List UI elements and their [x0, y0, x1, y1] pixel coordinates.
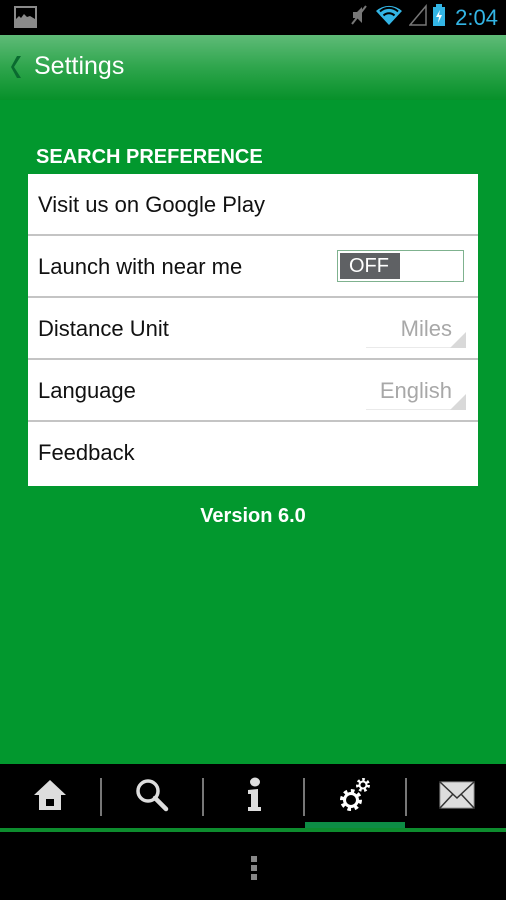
- bottom-nav: [0, 762, 506, 832]
- status-bar: 2:04: [0, 0, 506, 35]
- system-nav-bar: [0, 832, 506, 900]
- section-header: SEARCH PREFERENCE: [36, 146, 263, 168]
- toggle-state: OFF: [340, 253, 400, 279]
- info-icon: [244, 777, 264, 818]
- row-label: Distance Unit: [38, 316, 169, 341]
- dropdown-corner-icon: [450, 332, 466, 348]
- distance-unit-dropdown[interactable]: Miles: [366, 308, 466, 348]
- settings-content: SEARCH PREFERENCE Visit us on Google Pla…: [0, 100, 506, 762]
- page-title[interactable]: Settings: [34, 52, 124, 81]
- action-bar: Settings: [0, 35, 506, 100]
- chevron-left-icon[interactable]: [10, 55, 24, 84]
- gallery-notification-icon: [14, 6, 37, 28]
- launch-near-me-toggle[interactable]: OFF: [337, 250, 464, 282]
- language-dropdown[interactable]: English: [366, 370, 466, 410]
- nav-contact[interactable]: [407, 764, 506, 830]
- dropdown-value: English: [379, 378, 452, 403]
- wifi-icon: [375, 4, 403, 31]
- language-row: Language English: [28, 360, 478, 422]
- settings-list: Visit us on Google Play Launch with near…: [28, 174, 478, 486]
- row-label: Language: [38, 378, 136, 403]
- version-label: Version 6.0: [200, 505, 306, 527]
- gears-icon: [338, 777, 372, 818]
- envelope-icon: [439, 780, 475, 814]
- nav-home[interactable]: [0, 764, 100, 830]
- signal-icon: [408, 3, 427, 31]
- nav-search[interactable]: [102, 764, 202, 830]
- launch-near-me-row: Launch with near me OFF: [28, 236, 478, 298]
- nav-settings[interactable]: [305, 764, 405, 830]
- dropdown-value: Miles: [400, 316, 452, 341]
- row-label: Feedback: [38, 440, 135, 465]
- nav-info[interactable]: [204, 764, 304, 830]
- feedback-row[interactable]: Feedback: [28, 422, 478, 484]
- mute-icon: [349, 4, 369, 31]
- home-icon: [32, 778, 68, 817]
- distance-unit-row: Distance Unit Miles: [28, 298, 478, 360]
- row-label: Launch with near me: [38, 254, 243, 279]
- dropdown-corner-icon: [450, 394, 466, 410]
- battery-charging-icon: [433, 4, 446, 31]
- row-label: Visit us on Google Play: [38, 192, 266, 217]
- search-icon: [134, 778, 170, 817]
- menu-overflow-icon[interactable]: [251, 856, 257, 883]
- clock: 2:04: [455, 4, 498, 30]
- google-play-row[interactable]: Visit us on Google Play: [28, 174, 478, 236]
